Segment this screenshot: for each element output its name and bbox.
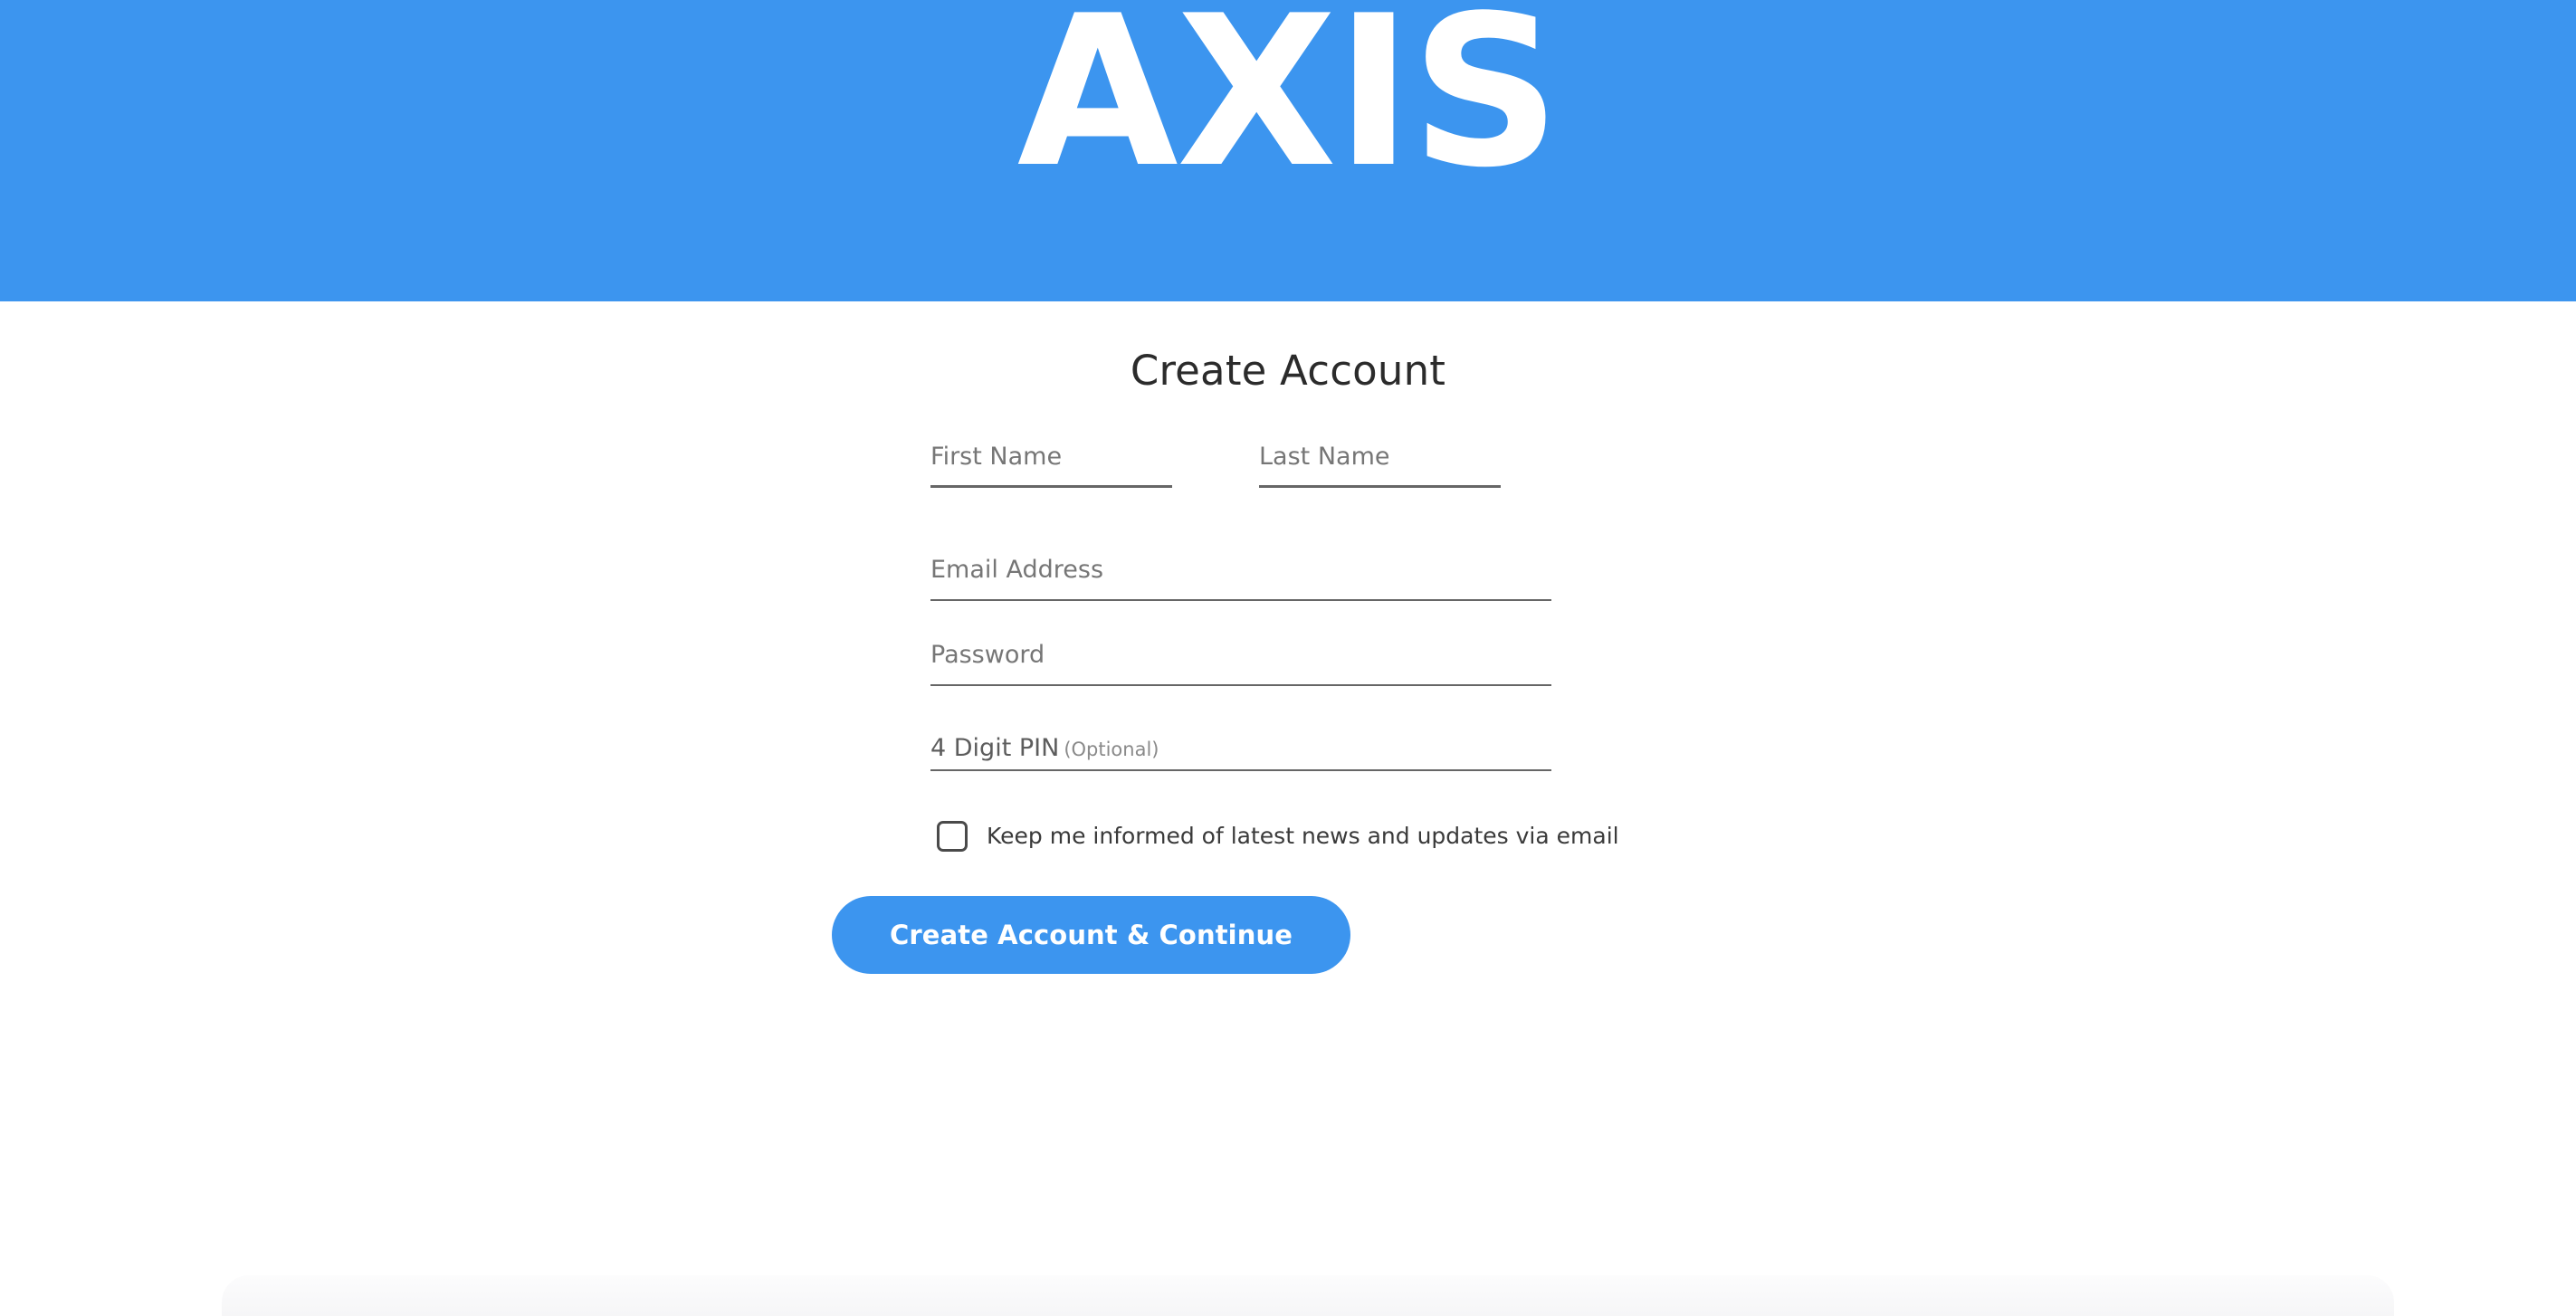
spacer-above-password bbox=[930, 601, 1555, 632]
newsletter-row[interactable]: Keep me informed of latest news and upda… bbox=[937, 820, 1619, 852]
create-account-button[interactable]: Create Account & Continue bbox=[832, 895, 1350, 974]
signup-main: Create Account 4 Digit PIN(Optional) bbox=[0, 301, 2576, 974]
submit-row: Create Account & Continue bbox=[627, 895, 1555, 974]
last-name-input[interactable] bbox=[1259, 433, 1501, 488]
spacer-above-pin bbox=[930, 686, 1555, 717]
password-input[interactable] bbox=[930, 631, 1551, 686]
email-input[interactable] bbox=[930, 546, 1551, 601]
password-field bbox=[930, 631, 1551, 686]
axis-logo: AXIS bbox=[1016, 0, 1561, 214]
pin-field: 4 Digit PIN (Optional) bbox=[930, 716, 1551, 771]
spacer-above-email bbox=[930, 516, 1555, 547]
name-fields-row bbox=[930, 433, 1555, 488]
brand-header: AXIS bbox=[0, 0, 2576, 301]
pin-input[interactable] bbox=[930, 716, 1551, 771]
first-name-field bbox=[930, 433, 1172, 488]
email-field bbox=[930, 546, 1551, 601]
first-name-input[interactable] bbox=[930, 433, 1172, 488]
newsletter-label[interactable]: Keep me informed of latest news and upda… bbox=[987, 823, 1619, 849]
bottom-panel bbox=[222, 1275, 2394, 1316]
newsletter-checkbox[interactable] bbox=[937, 820, 968, 852]
page-title: Create Account bbox=[1130, 347, 1446, 395]
create-account-form: 4 Digit PIN(Optional) Keep me informed o… bbox=[832, 433, 1619, 974]
last-name-field bbox=[1259, 433, 1501, 488]
